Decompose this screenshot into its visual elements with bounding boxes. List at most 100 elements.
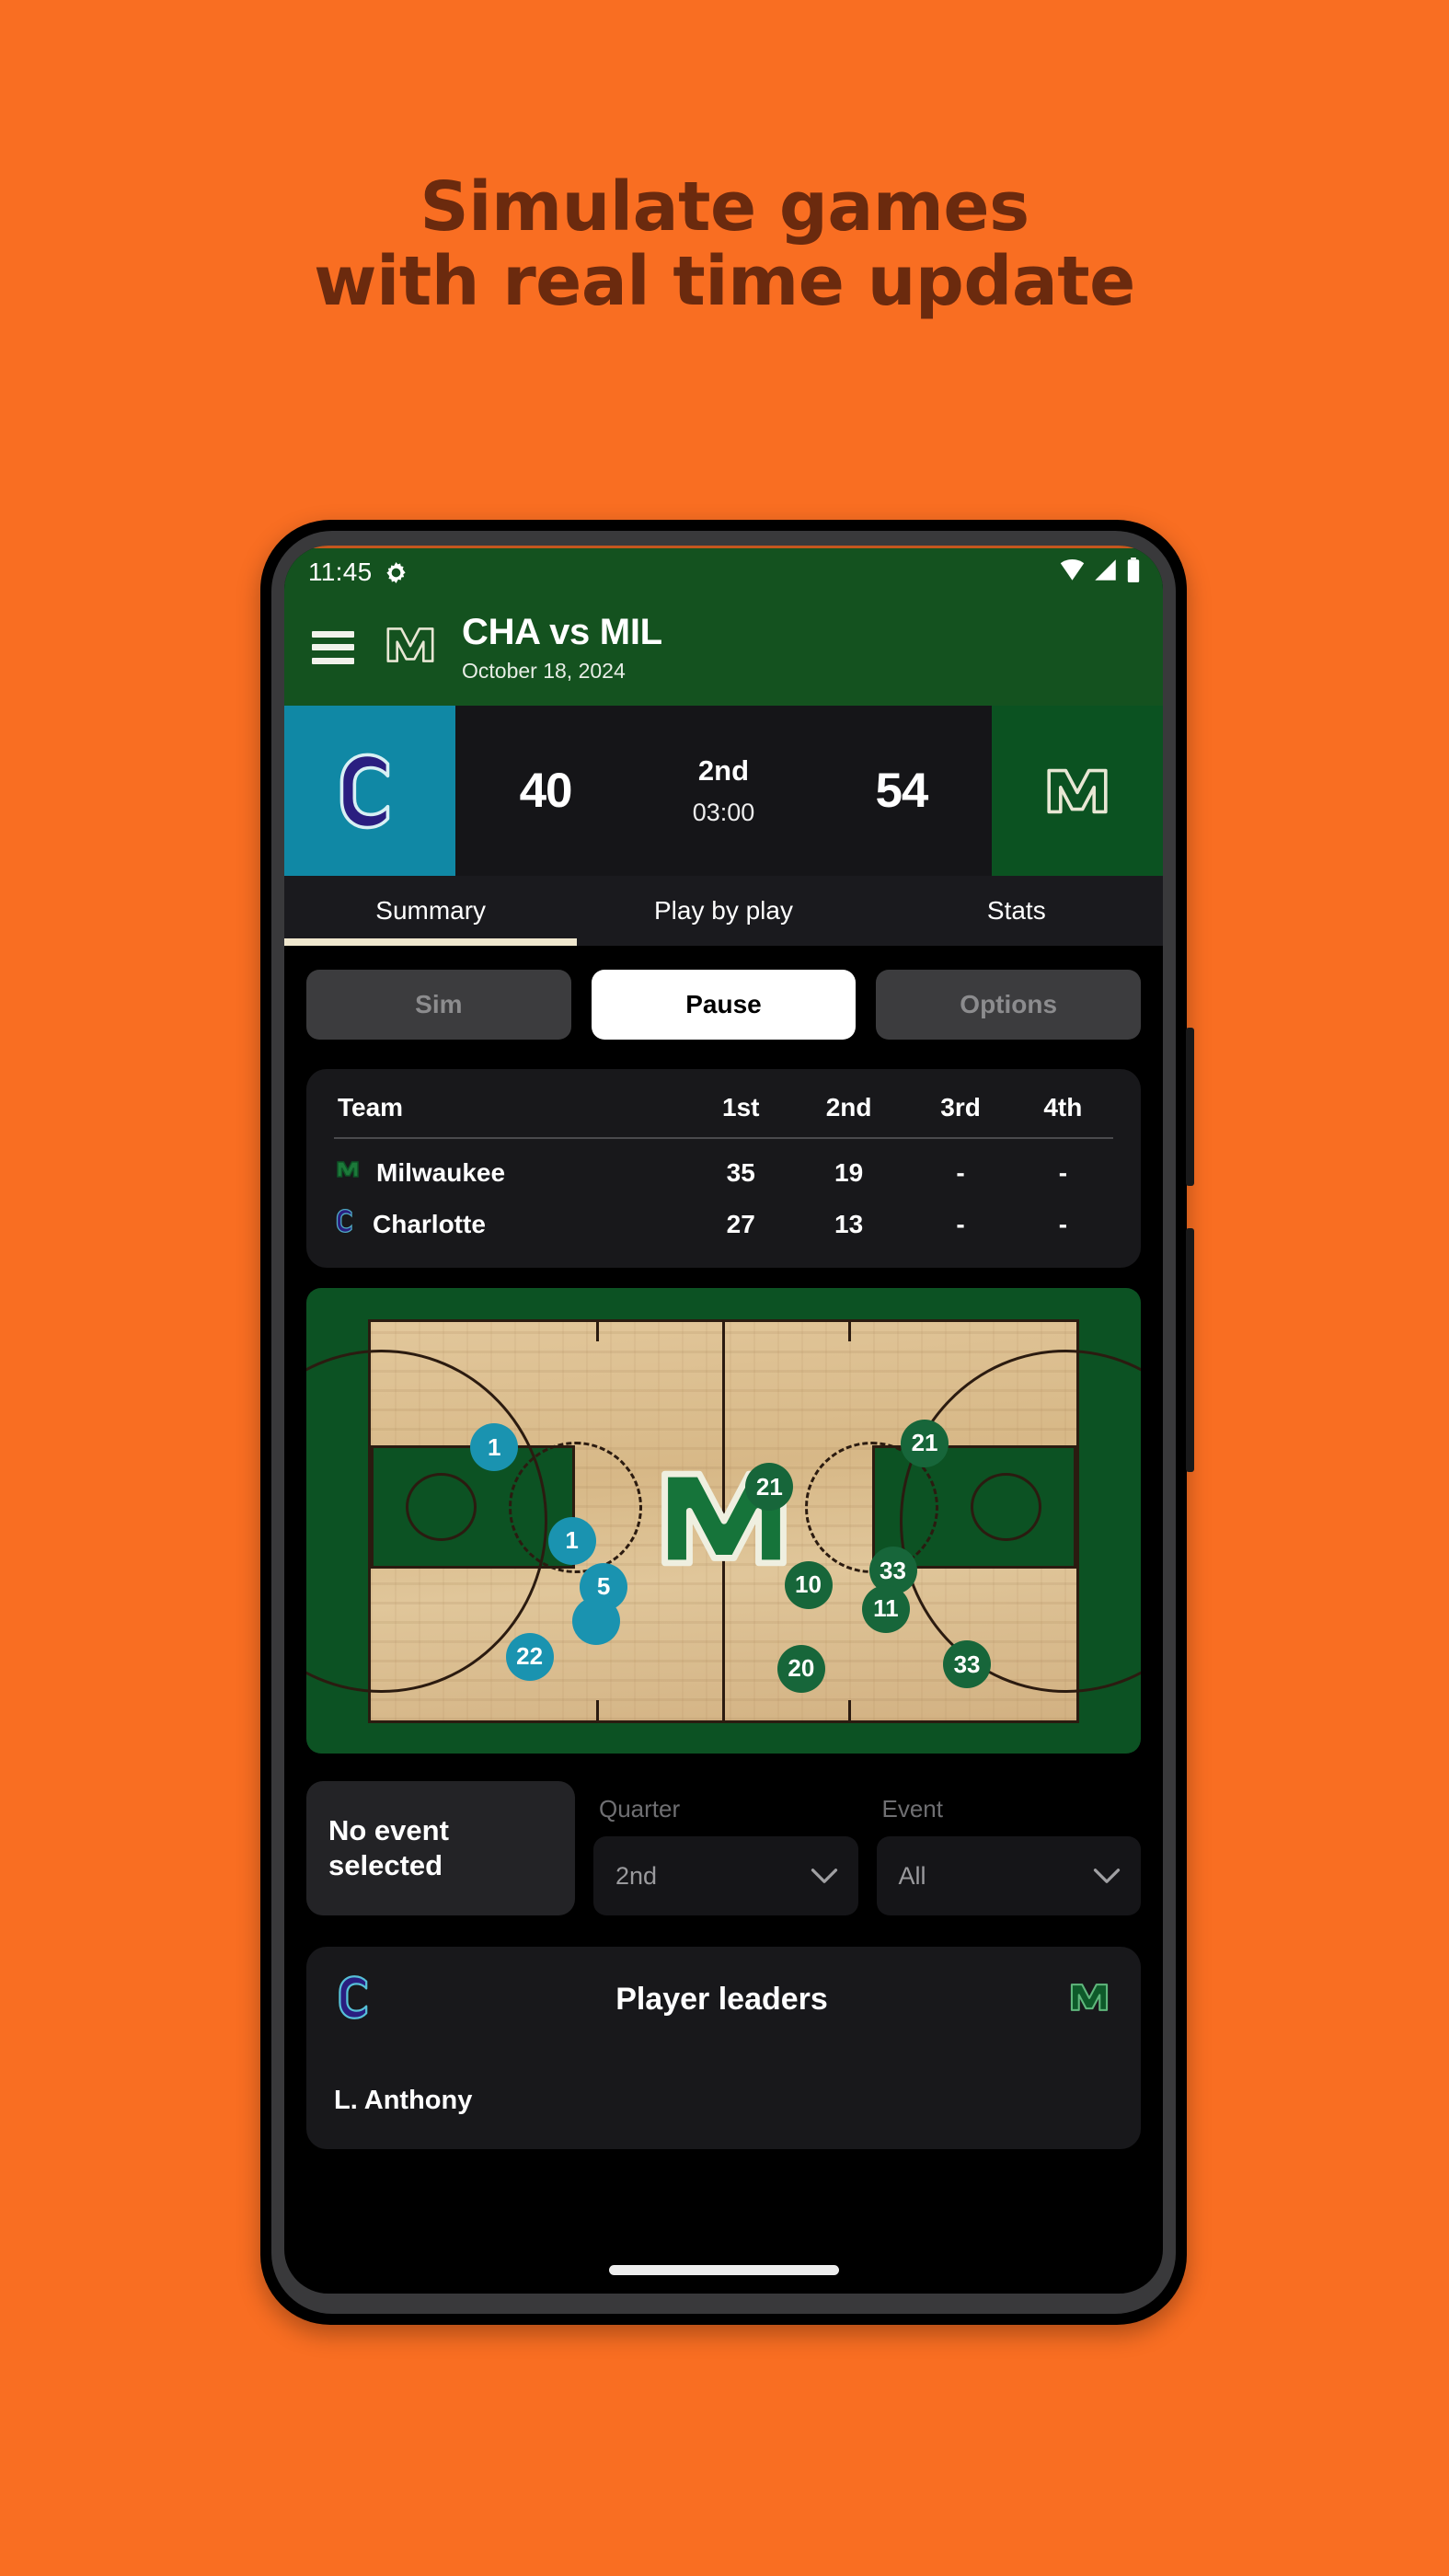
cell-q3: - <box>956 1209 965 1238</box>
app-bar-text: CHA vs MIL October 18, 2024 <box>462 613 662 682</box>
event-filter-row: No event selected Quarter 2nd Event All <box>284 1754 1163 1916</box>
no-event-line-1: No event <box>328 1814 449 1847</box>
quarter-filter: Quarter 2nd <box>593 1795 858 1916</box>
player-leaders-header: Player leaders <box>334 1971 1113 2029</box>
player-leaders-card: Player leaders L. Anthony <box>306 1947 1141 2150</box>
row-team-cell: Milwaukee <box>334 1138 693 1190</box>
event-filter-label: Event <box>881 1795 944 1823</box>
battery-icon <box>1126 558 1141 587</box>
quarter-filter-label: Quarter <box>599 1795 681 1823</box>
pause-button-label: Pause <box>685 990 762 1019</box>
box-score-card: Team 1st 2nd 3rd 4th Milwaukee 35 19 - -… <box>306 1069 1141 1269</box>
promo-page: Simulate games with real time update 11:… <box>0 0 1449 2576</box>
no-event-selected-card: No event selected <box>306 1781 575 1916</box>
cell-q1: 35 <box>726 1157 755 1187</box>
pause-button[interactable]: Pause <box>591 970 857 1041</box>
player-marker[interactable]: 1 <box>470 1423 519 1472</box>
sim-button-label: Sim <box>415 990 463 1019</box>
event-select[interactable]: All <box>876 1836 1141 1916</box>
volume-button[interactable] <box>1186 1028 1194 1186</box>
promo-headline: Simulate games with real time update <box>0 170 1449 318</box>
player-leaders-title: Player leaders <box>615 1982 828 2018</box>
phone-frame: 11:45 CHA vs MIL October 18, 2024 40 2nd… <box>260 520 1194 2325</box>
court-card[interactable]: 1 1 5 22 21 21 10 33 11 20 33 <box>306 1288 1141 1754</box>
column-q4: 4th <box>1012 1093 1113 1140</box>
no-event-line-2: selected <box>328 1849 443 1882</box>
column-team: Team <box>334 1093 693 1140</box>
cell-q4: - <box>1058 1157 1068 1187</box>
column-q3: 3rd <box>908 1093 1013 1140</box>
options-button-label: Options <box>960 990 1058 1019</box>
app-bar: CHA vs MIL October 18, 2024 <box>284 596 1163 706</box>
player-marker[interactable]: 11 <box>861 1584 910 1633</box>
tab-stats[interactable]: Stats <box>870 876 1163 946</box>
home-score: 54 <box>875 764 928 819</box>
player-leader-name: L. Anthony <box>334 2086 473 2116</box>
table-row[interactable]: Milwaukee 35 19 - - <box>334 1138 1113 1190</box>
team-name: Charlotte <box>373 1209 486 1238</box>
player-marker[interactable]: 22 <box>505 1632 554 1681</box>
simulation-controls: Sim Pause Options <box>284 946 1163 1058</box>
charlotte-c-logo <box>334 1971 378 2029</box>
status-bar: 11:45 <box>284 548 1163 596</box>
scoreboard: 40 2nd 03:00 54 <box>284 706 1163 877</box>
cell-q2: 19 <box>834 1157 864 1187</box>
milwaukee-m-logo <box>1065 1973 1113 2026</box>
table-row[interactable]: Charlotte 27 13 - - <box>334 1190 1113 1242</box>
game-clock-block: 2nd 03:00 <box>693 754 755 827</box>
court-out-of-bounds: 1 1 5 22 21 21 10 33 11 20 33 <box>306 1288 1141 1754</box>
column-q1: 1st <box>692 1093 789 1140</box>
court-tick <box>596 1321 600 1342</box>
court-tick <box>847 1700 851 1720</box>
quarter-select[interactable]: 2nd <box>593 1836 858 1916</box>
phone-screen: 11:45 CHA vs MIL October 18, 2024 40 2nd… <box>284 546 1163 2294</box>
charlotte-c-logo <box>334 1206 358 1242</box>
headline-line-2: with real time update <box>314 241 1135 321</box>
player-marker[interactable]: 21 <box>745 1463 794 1512</box>
player-marker[interactable]: 20 <box>776 1644 825 1693</box>
court-tick <box>596 1700 600 1720</box>
team-name: Milwaukee <box>376 1157 506 1187</box>
headline-line-1: Simulate games <box>420 167 1029 247</box>
player-marker[interactable]: 21 <box>901 1419 949 1467</box>
power-button[interactable] <box>1186 1228 1194 1472</box>
cell-q2: 13 <box>834 1209 864 1238</box>
player-marker[interactable]: 33 <box>943 1640 992 1689</box>
hamburger-menu-icon[interactable] <box>312 630 354 664</box>
wifi-icon <box>1060 558 1085 586</box>
tab-bar: Summary Play by play Stats <box>284 876 1163 947</box>
court-floor: 1 1 5 22 21 21 10 33 11 20 33 <box>306 1318 1141 1723</box>
cell-q1: 27 <box>726 1209 755 1238</box>
column-q2: 2nd <box>788 1093 909 1140</box>
game-period: 2nd <box>697 754 750 788</box>
options-button[interactable]: Options <box>876 970 1142 1041</box>
scoreboard-away-logo[interactable] <box>284 706 455 877</box>
game-clock: 03:00 <box>692 799 755 827</box>
scoreboard-home-logo[interactable] <box>992 706 1163 877</box>
app-header-region: 11:45 CHA vs MIL October 18, 2024 <box>284 546 1163 707</box>
app-body: Sim Pause Options Team 1st 2nd 3rd 4th M… <box>284 946 1163 2150</box>
sim-button[interactable]: Sim <box>306 970 571 1041</box>
tab-play-by-play-label: Play by play <box>654 896 793 926</box>
tab-stats-label: Stats <box>986 896 1046 926</box>
player-marker[interactable] <box>572 1596 621 1645</box>
event-filter: Event All <box>876 1795 1141 1916</box>
box-score-header-row: Team 1st 2nd 3rd 4th <box>334 1093 1113 1140</box>
row-team-cell: Charlotte <box>334 1190 693 1242</box>
cell-q4: - <box>1058 1209 1068 1238</box>
tab-play-by-play[interactable]: Play by play <box>577 876 869 946</box>
chevron-down-icon <box>1093 1862 1121 1891</box>
player-marker[interactable]: 1 <box>547 1516 596 1565</box>
player-marker[interactable]: 10 <box>784 1560 833 1609</box>
chevron-down-icon <box>811 1862 838 1891</box>
home-indicator[interactable] <box>608 2265 839 2275</box>
tab-summary-label: Summary <box>375 896 487 926</box>
tab-summary[interactable]: Summary <box>284 876 578 947</box>
milwaukee-m-logo <box>334 1156 362 1190</box>
court-tick <box>847 1321 851 1342</box>
scoreboard-middle: 40 2nd 03:00 54 <box>455 706 992 876</box>
gear-icon <box>384 560 408 585</box>
box-score-table: Team 1st 2nd 3rd 4th Milwaukee 35 19 - -… <box>334 1093 1113 1242</box>
milwaukee-m-logo <box>380 615 441 680</box>
status-bar-time: 11:45 <box>308 558 373 586</box>
